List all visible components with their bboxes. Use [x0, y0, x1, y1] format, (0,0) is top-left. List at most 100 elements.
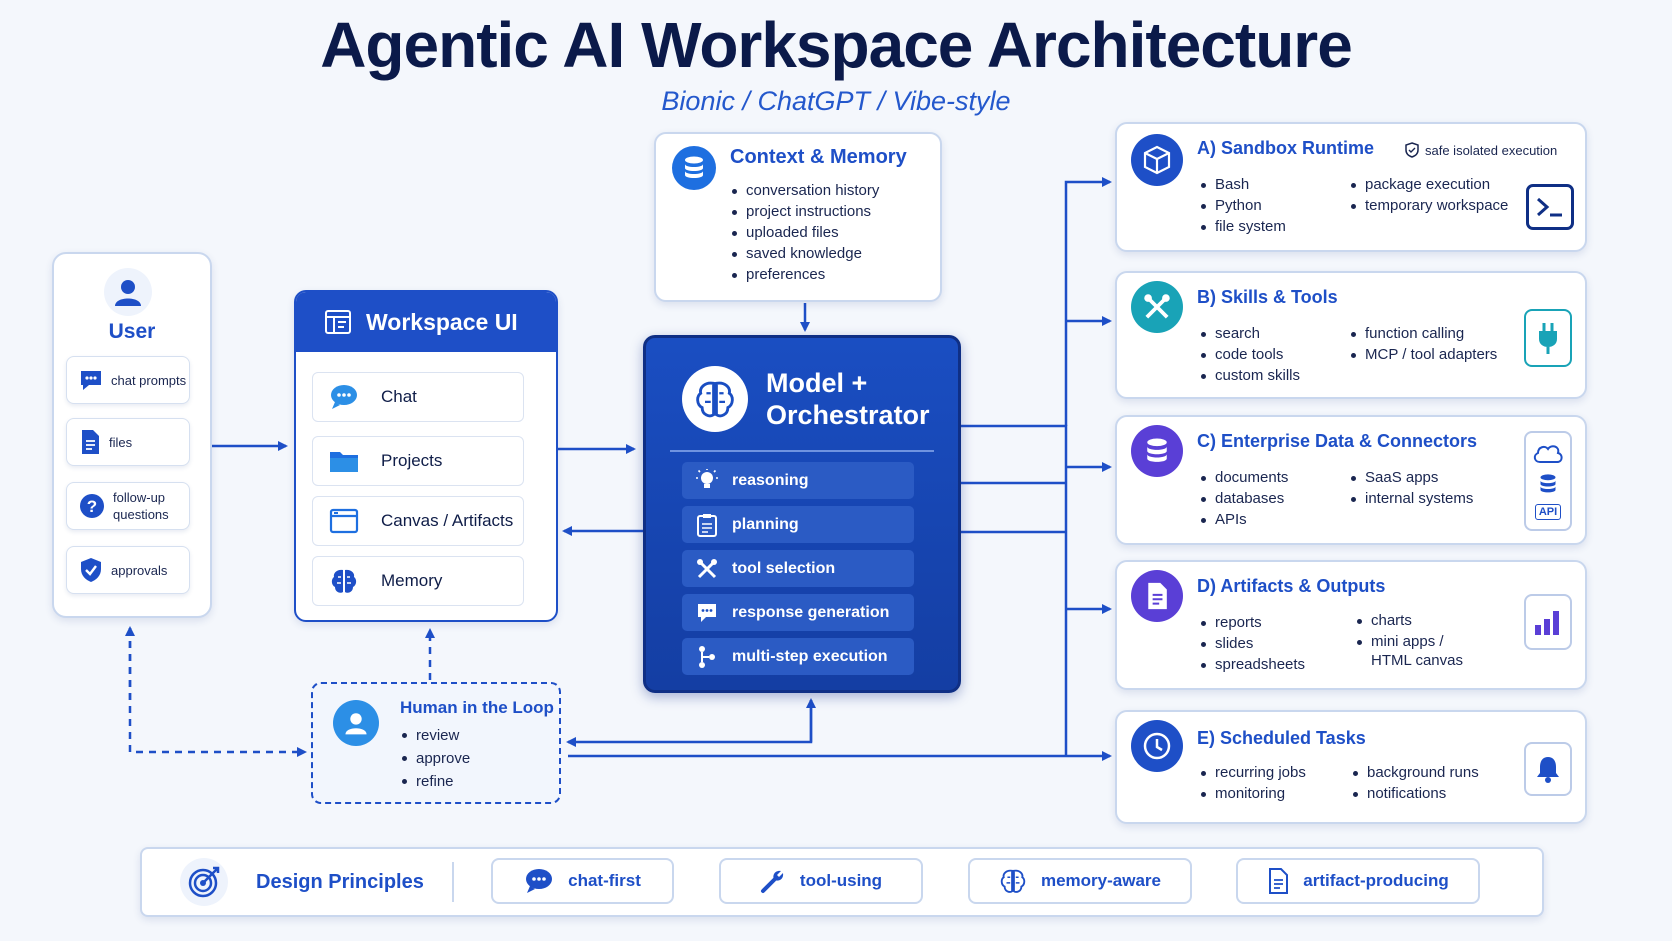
user-item-files[interactable]: files [66, 418, 190, 466]
skills-item: search [1199, 323, 1300, 344]
scheduled-list-1: recurring jobs monitoring [1199, 762, 1306, 804]
file-icon [79, 429, 101, 455]
scheduled-list-2: background runs notifications [1351, 762, 1479, 804]
orchestrator-divider [670, 450, 934, 452]
orch-item-label: reasoning [732, 471, 809, 489]
skills-item: custom skills [1199, 365, 1300, 386]
orch-item-tool-selection[interactable]: tool selection [682, 550, 914, 587]
orch-item-label: tool selection [732, 559, 836, 577]
principle-memory-aware[interactable]: memory-aware [968, 858, 1192, 904]
workspace-item-memory[interactable]: Memory [312, 556, 524, 606]
artifacts-title: D) Artifacts & Outputs [1197, 576, 1386, 596]
user-panel: User chat prompts files ? follow-up ques… [52, 252, 212, 618]
brain-icon [329, 567, 359, 595]
document-icon [1131, 570, 1183, 622]
scheduled-tasks-panel: E) Scheduled Tasks recurring jobs monito… [1115, 710, 1587, 824]
enterprise-item: databases [1199, 488, 1288, 509]
brain-icon [999, 868, 1027, 894]
user-title: User [108, 320, 156, 343]
person-icon [333, 700, 379, 746]
sandbox-item: file system [1199, 216, 1286, 237]
layout-window-icon [324, 308, 352, 336]
hitl-title: Human in the Loop [400, 698, 554, 717]
workflow-icon [696, 645, 718, 669]
principles-divider [452, 862, 454, 902]
terminal-icon [1526, 184, 1574, 230]
message-icon [696, 602, 718, 624]
skills-item: MCP / tool adapters [1349, 344, 1497, 365]
workspace-title: Workspace UI [366, 308, 518, 335]
user-item-label: follow-up questions [113, 490, 169, 522]
orch-item-multi-step[interactable]: multi-step execution [682, 638, 914, 675]
artifacts-item: spreadsheets [1199, 654, 1305, 675]
tools-icon [696, 558, 718, 580]
document-icon [1267, 868, 1289, 894]
database-icon [672, 146, 716, 190]
workspace-item-label: Chat [381, 387, 417, 406]
principle-label: chat-first [568, 871, 641, 890]
orch-item-planning[interactable]: planning [682, 506, 914, 543]
orch-item-label: response generation [732, 603, 890, 621]
human-in-loop-panel: Human in the Loop review approve refine [311, 682, 561, 804]
scheduled-item: recurring jobs [1199, 762, 1306, 783]
workspace-item-chat[interactable]: Chat [312, 372, 524, 422]
context-item: saved knowledge [730, 243, 879, 264]
skills-tools-panel: B) Skills & Tools search code tools cust… [1115, 271, 1587, 399]
hitl-item: review [400, 724, 470, 747]
orchestrator-panel: Model + Orchestrator reasoning planning … [643, 335, 961, 693]
context-item: conversation history [730, 180, 879, 201]
bell-icon [1524, 742, 1572, 796]
sandbox-badge-label: safe isolated execution [1425, 142, 1558, 158]
workspace-item-canvas[interactable]: Canvas / Artifacts [312, 496, 524, 546]
enterprise-item: SaaS apps [1349, 467, 1473, 488]
principle-label: artifact-producing [1303, 871, 1449, 890]
target-icon [180, 858, 228, 906]
hitl-list: review approve refine [400, 724, 470, 793]
canvas-window-icon [329, 508, 359, 534]
user-item-label: approvals [111, 562, 168, 578]
lightbulb-icon [696, 468, 718, 493]
scheduled-item: background runs [1351, 762, 1479, 783]
scheduled-title: E) Scheduled Tasks [1197, 728, 1366, 748]
orch-item-response-generation[interactable]: response generation [682, 594, 914, 631]
artifacts-item-continued: HTML canvas [1371, 652, 1463, 669]
workspace-header: Workspace UI [296, 292, 556, 352]
workspace-item-label: Canvas / Artifacts [381, 511, 514, 530]
principle-label: tool-using [799, 871, 883, 890]
skills-item: function calling [1349, 323, 1497, 344]
context-memory-panel: Context & Memory conversation history pr… [654, 132, 942, 302]
sandbox-item: Python [1199, 195, 1286, 216]
principle-chat-first[interactable]: chat-first [491, 858, 674, 904]
skills-list-1: search code tools custom skills [1199, 323, 1300, 386]
orch-item-reasoning[interactable]: reasoning [682, 462, 914, 499]
chat-icon [524, 867, 554, 895]
principles-title: Design Principles [256, 871, 424, 893]
artifacts-list-1: reports slides spreadsheets [1199, 612, 1305, 675]
folder-icon [329, 448, 359, 474]
sandbox-list-1: Bash Python file system [1199, 174, 1286, 237]
principle-artifact-producing[interactable]: artifact-producing [1236, 858, 1480, 904]
svg-text:?: ? [87, 497, 97, 516]
orch-item-label: planning [732, 515, 799, 533]
skills-item: code tools [1199, 344, 1300, 365]
sandbox-item: package execution [1349, 174, 1508, 195]
principle-label: memory-aware [1040, 871, 1161, 890]
brain-icon [682, 366, 748, 432]
chat-icon [329, 383, 359, 411]
skills-list-2: function calling MCP / tool adapters [1349, 323, 1497, 365]
workspace-item-projects[interactable]: Projects [312, 436, 524, 486]
orchestrator-title-line1: Model + [766, 368, 868, 398]
user-item-follow-up[interactable]: ? follow-up questions [66, 482, 190, 530]
cube-icon [1131, 134, 1183, 186]
hitl-item: approve [400, 747, 470, 770]
sandbox-title: A) Sandbox Runtime [1197, 138, 1375, 158]
sandbox-runtime-panel: A) Sandbox Runtime safe isolated executi… [1115, 122, 1587, 252]
orch-item-label: multi-step execution [732, 647, 888, 665]
principle-tool-using[interactable]: tool-using [719, 858, 923, 904]
artifacts-outputs-panel: D) Artifacts & Outputs reports slides sp… [1115, 560, 1587, 690]
connectors-stack-box: API [1524, 431, 1572, 531]
user-item-chat-prompts[interactable]: chat prompts [66, 356, 190, 404]
user-item-label: chat prompts [111, 372, 187, 388]
hitl-item: refine [400, 770, 470, 793]
user-item-approvals[interactable]: approvals [66, 546, 190, 594]
